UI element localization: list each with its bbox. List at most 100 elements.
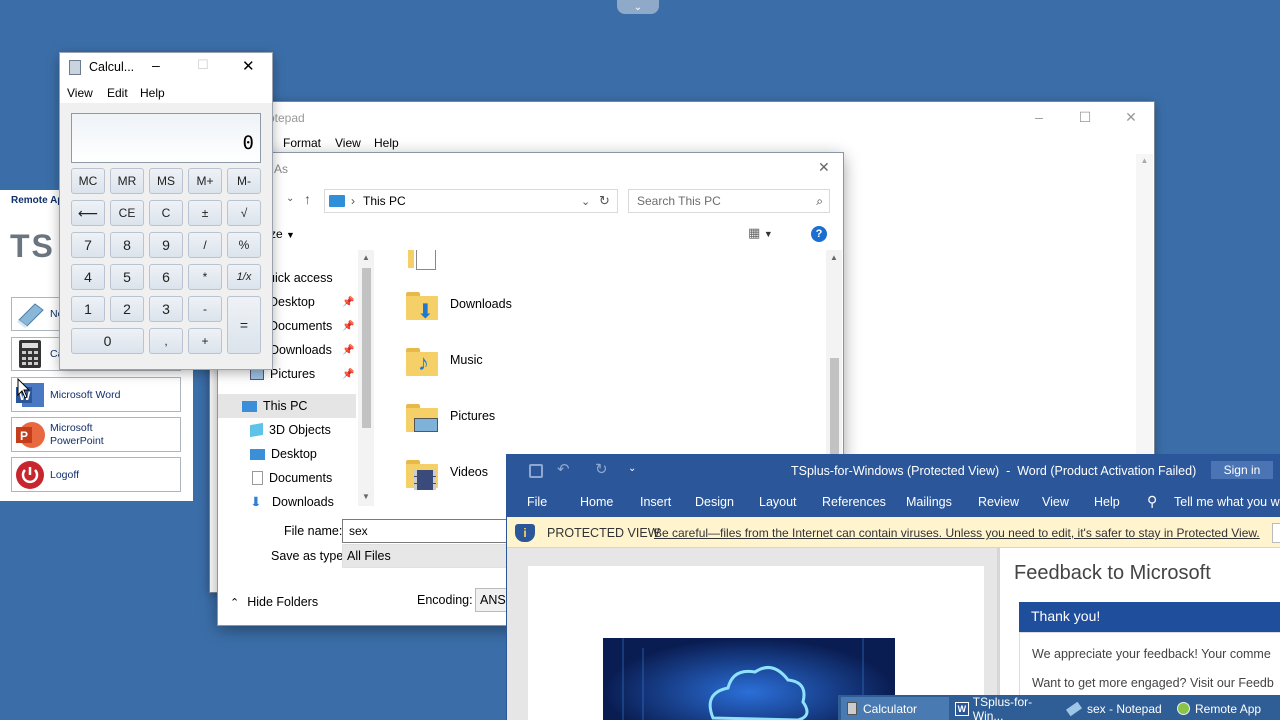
logoff-button[interactable]: Logoff (11, 457, 181, 492)
key-negate[interactable]: ± (188, 200, 222, 226)
key-backspace[interactable]: ⟵ (71, 200, 105, 226)
key-4[interactable]: 4 (71, 264, 105, 290)
tab-file[interactable]: File (527, 495, 547, 509)
key-multiply[interactable]: * (188, 264, 222, 290)
taskbar-remote-app[interactable]: Remote App (1175, 697, 1280, 720)
menu-view[interactable]: View (335, 136, 361, 150)
key-0[interactable]: 0 (71, 328, 144, 354)
nav-label: Documents (269, 319, 333, 333)
close-button[interactable]: ✕ (242, 57, 255, 75)
chevron-down-icon[interactable]: ⌄ (617, 0, 659, 14)
nav-label: Downloads (270, 343, 332, 357)
powerpoint-app-button[interactable]: P Microsoft PowerPoint (11, 417, 181, 452)
key-7[interactable]: 7 (71, 232, 105, 258)
key-m-minus[interactable]: M- (227, 168, 261, 194)
enable-editing-button[interactable] (1272, 523, 1280, 543)
taskbar-word[interactable]: W TSplus-for-Win... (953, 695, 1061, 720)
file-item-partial[interactable] (404, 250, 436, 272)
nav-label: Documents (269, 471, 333, 485)
maximize-button[interactable]: ☐ (1062, 102, 1108, 132)
menu-format[interactable]: Format (283, 136, 321, 150)
search-input[interactable]: Search This PC (637, 194, 816, 208)
logoff-label: Logoff (50, 468, 80, 481)
nav-this-pc[interactable]: This PC (218, 394, 356, 418)
file-item-videos[interactable]: Videos (404, 456, 488, 490)
undo-icon[interactable]: ↶ (557, 460, 570, 478)
tab-references[interactable]: References (822, 495, 886, 509)
key-mc[interactable]: MC (71, 168, 105, 194)
dropdown-chevron-icon[interactable]: ⌄ (286, 193, 294, 204)
key-6[interactable]: 6 (149, 264, 183, 290)
maximize-button[interactable]: ☐ (197, 57, 209, 73)
menu-help[interactable]: Help (140, 86, 165, 100)
search-box[interactable]: Search This PC ⌕ (628, 189, 830, 213)
key-m-plus[interactable]: M+ (188, 168, 222, 194)
key-percent[interactable]: % (227, 232, 261, 258)
view-options-icon[interactable]: ▦ ▼ (748, 225, 773, 241)
key-9[interactable]: 9 (149, 232, 183, 258)
appreciate-text: We appreciate your feedback! Your comme (1032, 647, 1271, 661)
hide-folders-button[interactable]: ⌃ Hide Folders (230, 595, 318, 609)
tab-insert[interactable]: Insert (640, 495, 671, 509)
key-ms[interactable]: MS (149, 168, 183, 194)
tab-view[interactable]: View (1042, 495, 1069, 509)
protected-message-link[interactable]: Be careful—files from the Internet can c… (654, 526, 1260, 540)
help-icon[interactable]: ? (811, 226, 827, 242)
key-add[interactable]: + (188, 328, 222, 354)
file-name-label: File name: (284, 524, 343, 538)
minimize-button[interactable]: – (152, 57, 160, 73)
redo-icon[interactable]: ↻ (595, 460, 608, 478)
key-ce[interactable]: CE (110, 200, 144, 226)
key-c[interactable]: C (149, 200, 183, 226)
key-2[interactable]: 2 (110, 296, 144, 322)
key-8[interactable]: 8 (110, 232, 144, 258)
chevron-down-icon[interactable]: ⌄ (581, 195, 590, 208)
breadcrumb[interactable]: This PC (363, 194, 406, 208)
save-icon[interactable] (529, 464, 543, 478)
key-1[interactable]: 1 (71, 296, 105, 322)
pictures-icon (250, 368, 264, 380)
tab-layout[interactable]: Layout (759, 495, 797, 509)
key-subtract[interactable]: - (188, 296, 222, 322)
search-icon: ⌕ (816, 193, 823, 208)
menu-view[interactable]: View (67, 86, 93, 100)
tab-design[interactable]: Design (695, 495, 734, 509)
tab-home[interactable]: Home (580, 495, 613, 509)
customize-qat-icon[interactable]: ⌄ (628, 463, 636, 474)
key-sqrt[interactable]: √ (227, 200, 261, 226)
key-decimal[interactable]: , (149, 328, 183, 354)
dialog-close-button[interactable]: ✕ (818, 159, 830, 176)
refresh-icon[interactable]: ↻ (599, 193, 610, 209)
tab-mailings[interactable]: Mailings (906, 495, 952, 509)
up-arrow-icon[interactable]: ↑ (304, 191, 311, 207)
nav-label: Pictures (270, 367, 316, 381)
key-divide[interactable]: / (188, 232, 222, 258)
organize-button[interactable]: ze ▼ (270, 227, 295, 241)
taskbar-calculator[interactable]: Calculator (841, 697, 949, 720)
file-item-pictures[interactable]: Pictures (404, 400, 495, 432)
key-equals[interactable]: = (227, 296, 261, 354)
tab-review[interactable]: Review (978, 495, 1019, 509)
close-button[interactable]: ✕ (1108, 102, 1154, 132)
word-app-button[interactable]: W Microsoft Word (11, 377, 181, 412)
key-5[interactable]: 5 (110, 264, 144, 290)
nav-scrollbar[interactable]: ▲ ▼ (358, 250, 374, 506)
key-3[interactable]: 3 (149, 296, 183, 322)
menu-edit[interactable]: Edit (107, 86, 128, 100)
taskbar-notepad[interactable]: sex - Notepad (1065, 697, 1171, 720)
file-item-music[interactable]: ♪ Music (404, 344, 483, 376)
key-mr[interactable]: MR (110, 168, 144, 194)
menu-help[interactable]: Help (374, 136, 399, 150)
tell-me-input[interactable]: Tell me what you wa (1174, 495, 1280, 509)
file-item-downloads[interactable]: ⬇ Downloads (404, 288, 512, 322)
nav-downloads[interactable]: ⬇ Downloads (218, 490, 368, 506)
sign-in-button[interactable]: Sign in (1211, 461, 1273, 479)
nav-desktop[interactable]: Desktop (218, 442, 368, 466)
address-bar[interactable]: › This PC ⌄ ↻ (324, 189, 618, 213)
nav-documents[interactable]: Documents (218, 466, 368, 490)
nav-3d-objects[interactable]: 3D Objects (218, 418, 368, 442)
nav-label: Downloads (272, 495, 334, 506)
minimize-button[interactable]: – (1016, 102, 1062, 132)
key-reciprocal[interactable]: 1/x (227, 264, 261, 290)
tab-help[interactable]: Help (1094, 495, 1120, 509)
